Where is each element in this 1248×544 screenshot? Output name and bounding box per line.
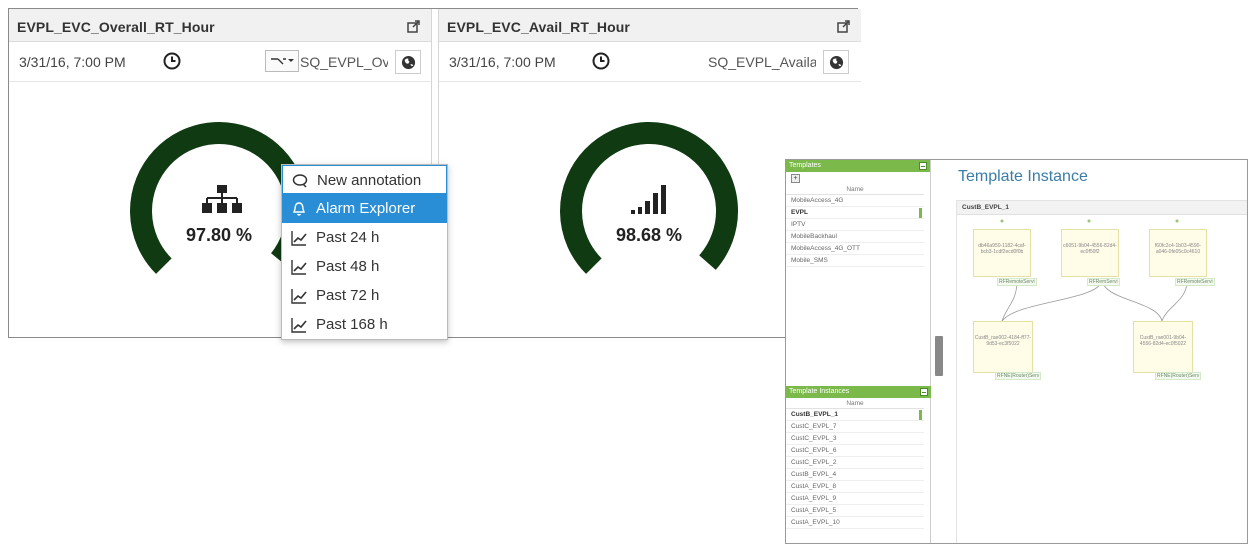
node-label: RFRemoteServi	[997, 278, 1037, 286]
diagram-node[interactable]: CustB_rae001-9b04-4556-82d4-ec0f5022	[1133, 321, 1193, 373]
trend-icon	[291, 231, 307, 246]
menu-item-label: Alarm Explorer	[316, 200, 416, 217]
menu-item-alarm-explorer[interactable]: Alarm Explorer	[282, 194, 447, 223]
bell-icon	[293, 202, 305, 216]
panel-header: EVPL_EVC_Avail_RT_Hour	[439, 9, 861, 42]
menu-item-label: Past 48 h	[316, 258, 380, 275]
annotation-icon	[292, 174, 308, 188]
menu-item-past-48h[interactable]: Past 48 h	[282, 252, 447, 281]
list-item[interactable]: CustC_EVPL_7	[786, 421, 924, 433]
node-label: RFNE(Router)Serv	[995, 372, 1042, 380]
menu-item-label: New annotation	[317, 172, 422, 189]
list-item[interactable]: CustC_EVPL_6	[786, 445, 924, 457]
menu-item-label: Past 24 h	[316, 229, 380, 246]
menu-item-past-72h[interactable]: Past 72 h	[282, 281, 447, 310]
clock-icon[interactable]	[592, 52, 610, 70]
context-menu: New annotation Alarm Explorer Past 24 h	[281, 164, 448, 340]
splitter-handle[interactable]	[935, 336, 943, 376]
templates-sidebar: Templates + Name MobileAccess_4G EVPL IPTV…	[786, 160, 931, 543]
panel-title: EVPL_EVC_Avail_RT_Hour	[447, 19, 630, 35]
diagram-node[interactable]: CustB_rae002-4184-ff77-9d53-ec3f5022	[973, 321, 1033, 373]
list-item[interactable]: EVPL	[786, 207, 924, 219]
node-label: RFRemoteServi	[1175, 278, 1215, 286]
list-item[interactable]: CustA_EVPL_8	[786, 481, 924, 493]
list-item[interactable]: CustA_EVPL_10	[786, 517, 924, 529]
view-title: Template Instance	[958, 168, 1088, 185]
filter-icon	[271, 58, 294, 65]
instances-column-header: Name	[786, 398, 924, 409]
panel-header: EVPL_EVC_Overall_RT_Hour	[9, 9, 431, 42]
gauge-value: 97.80 %	[185, 225, 253, 245]
templates-toolbar: +	[786, 172, 930, 184]
templates-header: Templates	[786, 160, 930, 172]
list-item[interactable]: MobileBackhaul	[786, 231, 924, 243]
globe-icon	[401, 55, 416, 70]
panel-title: EVPL_EVC_Overall_RT_Hour	[17, 19, 215, 35]
list-item[interactable]: MobileAccess_4G_OTT	[786, 243, 924, 255]
instance-diagram: CustB_EVPL_1 db46a950-1182-4caf-bcb3-1cd…	[956, 200, 1247, 543]
source-label: SQ_EVPL_Ov	[300, 54, 388, 70]
templates-list: MobileAccess_4G EVPL IPTV MobileBackhaul Mob…	[786, 195, 930, 267]
export-icon[interactable]	[837, 19, 851, 33]
templates-header-label: Templates	[789, 162, 821, 169]
instances-header-label: Template Instances	[789, 388, 850, 395]
menu-item-past-168h[interactable]: Past 168 h	[282, 310, 447, 339]
node-label: RFNE(Router)Serv	[1155, 372, 1202, 380]
source-label: SQ_EVPL_Availa	[708, 54, 816, 70]
panel-toolbar: 3/31/16, 7:00 PM SQ_EVPL_Availa	[439, 42, 861, 82]
templates-column-header: Name	[786, 184, 924, 195]
globe-icon	[829, 55, 844, 70]
globe-button[interactable]	[823, 50, 849, 74]
list-item[interactable]: IPTV	[786, 219, 924, 231]
template-instance-window: Templates + Name MobileAccess_4G EVPL IPTV…	[785, 159, 1248, 544]
instances-list: CustB_EVPL_1 CustC_EVPL_7 CustC_EVPL_3 Cust…	[786, 409, 931, 529]
list-item[interactable]: CustB_EVPL_1	[786, 409, 924, 421]
instance-view: Template Instance CustB_EVPL_1 db46a950-…	[944, 160, 1247, 543]
collapse-icon[interactable]	[919, 162, 927, 170]
clock-icon[interactable]	[163, 52, 181, 70]
time-label: 3/31/16, 7:00 PM	[19, 54, 126, 70]
instances-section: Template Instances Name CustB_EVPL_1 Cust…	[786, 386, 931, 529]
list-item[interactable]: CustB_EVPL_4	[786, 469, 924, 481]
dashboard-window: EVPL_EVC_Overall_RT_Hour 3/31/16, 7:00 P…	[8, 8, 861, 340]
add-icon[interactable]: +	[791, 174, 800, 183]
menu-item-label: Past 72 h	[316, 287, 380, 304]
screenshot-composite: EVPL_EVC_Overall_RT_Hour 3/31/16, 7:00 P…	[0, 0, 1248, 544]
panel-toolbar: 3/31/16, 7:00 PM SQ_EVPL_Ov	[9, 42, 431, 82]
gauge-value: 98.68 %	[615, 225, 683, 245]
hierarchy-icon	[202, 185, 242, 213]
menu-item-past-24h[interactable]: Past 24 h	[282, 223, 447, 252]
trend-icon	[291, 318, 307, 333]
collapse-icon[interactable]	[920, 388, 928, 396]
time-label: 3/31/16, 7:00 PM	[449, 54, 556, 70]
menu-item-new-annotation[interactable]: New annotation	[282, 165, 447, 194]
instances-header: Template Instances	[786, 386, 931, 398]
diagram-node[interactable]: c6051-9b04-4556-82d4-ec0f50f2	[1061, 229, 1119, 277]
list-item[interactable]: CustC_EVPL_2	[786, 457, 924, 469]
export-icon[interactable]	[407, 19, 421, 33]
selection-marker	[919, 410, 922, 420]
diagram-node[interactable]: f60fc2c4-1b03-4590-a046-0fe05c0c4610	[1149, 229, 1207, 277]
node-label: RFRemServi	[1087, 278, 1120, 286]
filter-dropdown-button[interactable]	[265, 50, 299, 72]
diagram-node[interactable]: db46a950-1182-4caf-bcb3-1cdf2ecd0f0b	[973, 229, 1031, 277]
list-item[interactable]: CustA_EVPL_5	[786, 505, 924, 517]
menu-item-label: Past 168 h	[316, 316, 388, 333]
signal-bars-icon	[631, 185, 666, 214]
selection-marker	[919, 208, 922, 218]
list-item[interactable]: CustA_EVPL_9	[786, 493, 924, 505]
trend-icon	[291, 289, 307, 304]
trend-icon	[291, 260, 307, 275]
globe-button[interactable]	[395, 50, 421, 74]
list-item[interactable]: Mobile_SMS	[786, 255, 924, 267]
list-item[interactable]: MobileAccess_4G	[786, 195, 924, 207]
list-item[interactable]: CustC_EVPL_3	[786, 433, 924, 445]
